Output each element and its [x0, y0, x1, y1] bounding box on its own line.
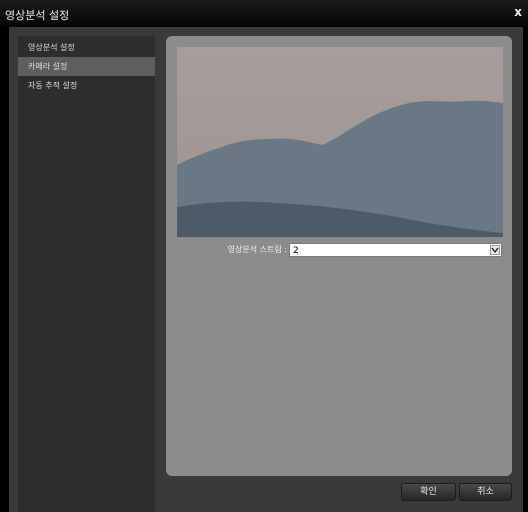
sidebar-item-video-analysis[interactable]: 영상분석 설정: [18, 38, 155, 57]
ok-button[interactable]: 확인: [401, 483, 456, 501]
camera-preview: [177, 47, 503, 237]
camera-preview-image: [177, 47, 503, 237]
close-icon[interactable]: x: [514, 5, 522, 19]
stream-label: 영상분석 스트림 :: [227, 245, 287, 254]
sidebar-item-auto-tracking[interactable]: 자동 추적 설정: [18, 76, 155, 95]
stream-select-value: 2: [293, 246, 299, 256]
sidebar-item-label: 영상분석 설정: [28, 43, 75, 52]
cancel-button[interactable]: 취소: [459, 483, 512, 501]
sidebar: 영상분석 설정 카메라 설정 자동 추적 설정: [18, 36, 155, 512]
ok-button-label: 확인: [420, 487, 437, 497]
sidebar-item-camera[interactable]: 카메라 설정: [18, 57, 155, 76]
stream-select[interactable]: 2: [289, 243, 502, 257]
cancel-button-label: 취소: [477, 487, 494, 497]
sidebar-item-label: 카메라 설정: [28, 62, 68, 71]
window-title: 영상분석 설정: [5, 9, 70, 22]
chevron-down-icon[interactable]: [490, 245, 500, 255]
title-bar: 영상분석 설정 x: [0, 0, 528, 27]
sidebar-item-label: 자동 추적 설정: [28, 81, 78, 90]
